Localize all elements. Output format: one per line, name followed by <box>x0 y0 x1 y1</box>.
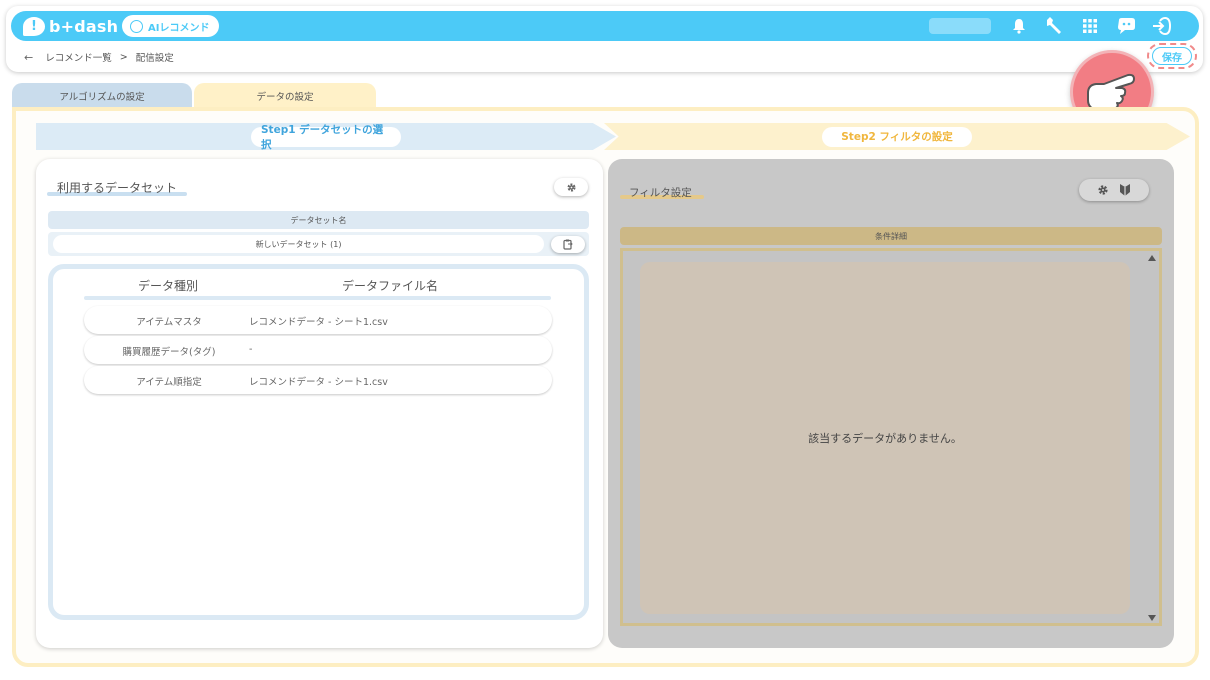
logo-text: b+dash <box>49 16 119 36</box>
step1-label: Step1 データセットの選択 <box>251 124 401 150</box>
data-type: 購買履歴データ(タグ) <box>122 347 216 358</box>
column-header-type: データ種別 <box>138 279 199 293</box>
logout-icon[interactable] <box>1150 14 1174 38</box>
filter-tools <box>1079 179 1149 201</box>
save-button[interactable]: 保存 <box>1152 47 1192 65</box>
column-header-filename: データファイル名 <box>342 279 439 293</box>
step1-banner[interactable]: Step1 データセットの選択 <box>36 123 616 150</box>
breadcrumb-current: 配信設定 <box>135 53 174 64</box>
ai-icon <box>130 19 143 33</box>
list-item: アイテム順指定 レコメンドデータ - シート1.csv <box>84 366 552 394</box>
data-file: レコメンドデータ - シート1.csv <box>249 317 388 328</box>
condition-table-header: 条件詳細 <box>620 227 1162 245</box>
gear-icon[interactable] <box>1097 184 1109 196</box>
clipboard-icon <box>563 239 573 250</box>
filter-panel-title: フィルタ設定 <box>629 187 692 199</box>
bell-icon[interactable] <box>1007 14 1031 38</box>
logo-bubble-icon: ! <box>23 16 45 36</box>
list-item: アイテムマスタ レコメンドデータ - シート1.csv <box>84 306 552 334</box>
dataset-settings-button[interactable] <box>554 178 588 196</box>
breadcrumb-separator: > <box>119 51 128 63</box>
list-item: 購買履歴データ(タグ) - <box>84 336 552 364</box>
product-selector[interactable]: AIレコメンド <box>122 15 220 37</box>
beginner-mark-icon[interactable] <box>1119 183 1131 197</box>
dataset-table-header: データセット名 <box>48 211 589 229</box>
grid-icon[interactable] <box>1078 14 1102 38</box>
breadcrumb: ← レコメンド一覧 > 配信設定 <box>24 50 174 65</box>
gear-icon <box>566 182 576 192</box>
empty-message: 該当するデータがありません。 <box>808 432 962 445</box>
back-arrow-icon[interactable]: ← <box>24 51 33 64</box>
product-label: AIレコメンド <box>148 22 210 34</box>
tab-data-settings[interactable]: データの設定 <box>194 83 376 109</box>
scroll-down-arrow-icon[interactable] <box>1148 615 1156 621</box>
logo[interactable]: ! b+dash <box>23 15 118 37</box>
dataset-panel-title: 利用するデータセット <box>57 181 178 195</box>
step2-label: Step2 フィルタの設定 <box>822 126 972 147</box>
wrench-icon[interactable] <box>1042 14 1066 38</box>
chat-icon[interactable] <box>1114 14 1138 38</box>
data-type: アイテムマスタ <box>136 317 202 328</box>
header-bar: ! b+dash AIレコメンド <box>11 11 1199 41</box>
step2-banner[interactable]: Step2 フィルタの設定 <box>604 123 1190 150</box>
data-type: アイテム順指定 <box>136 377 202 388</box>
tab-algorithm-settings[interactable]: アルゴリズムの設定 <box>12 83 192 109</box>
data-file: レコメンドデータ - シート1.csv <box>249 377 388 388</box>
breadcrumb-parent[interactable]: レコメンド一覧 <box>45 50 112 64</box>
data-file: - <box>249 344 253 355</box>
user-name-blurred[interactable] <box>929 18 991 34</box>
scroll-up-arrow-icon[interactable] <box>1148 255 1156 261</box>
column-header-underline <box>84 296 551 300</box>
dataset-name: 新しいデータセット (1) <box>53 235 544 253</box>
dataset-edit-button[interactable] <box>551 236 585 253</box>
